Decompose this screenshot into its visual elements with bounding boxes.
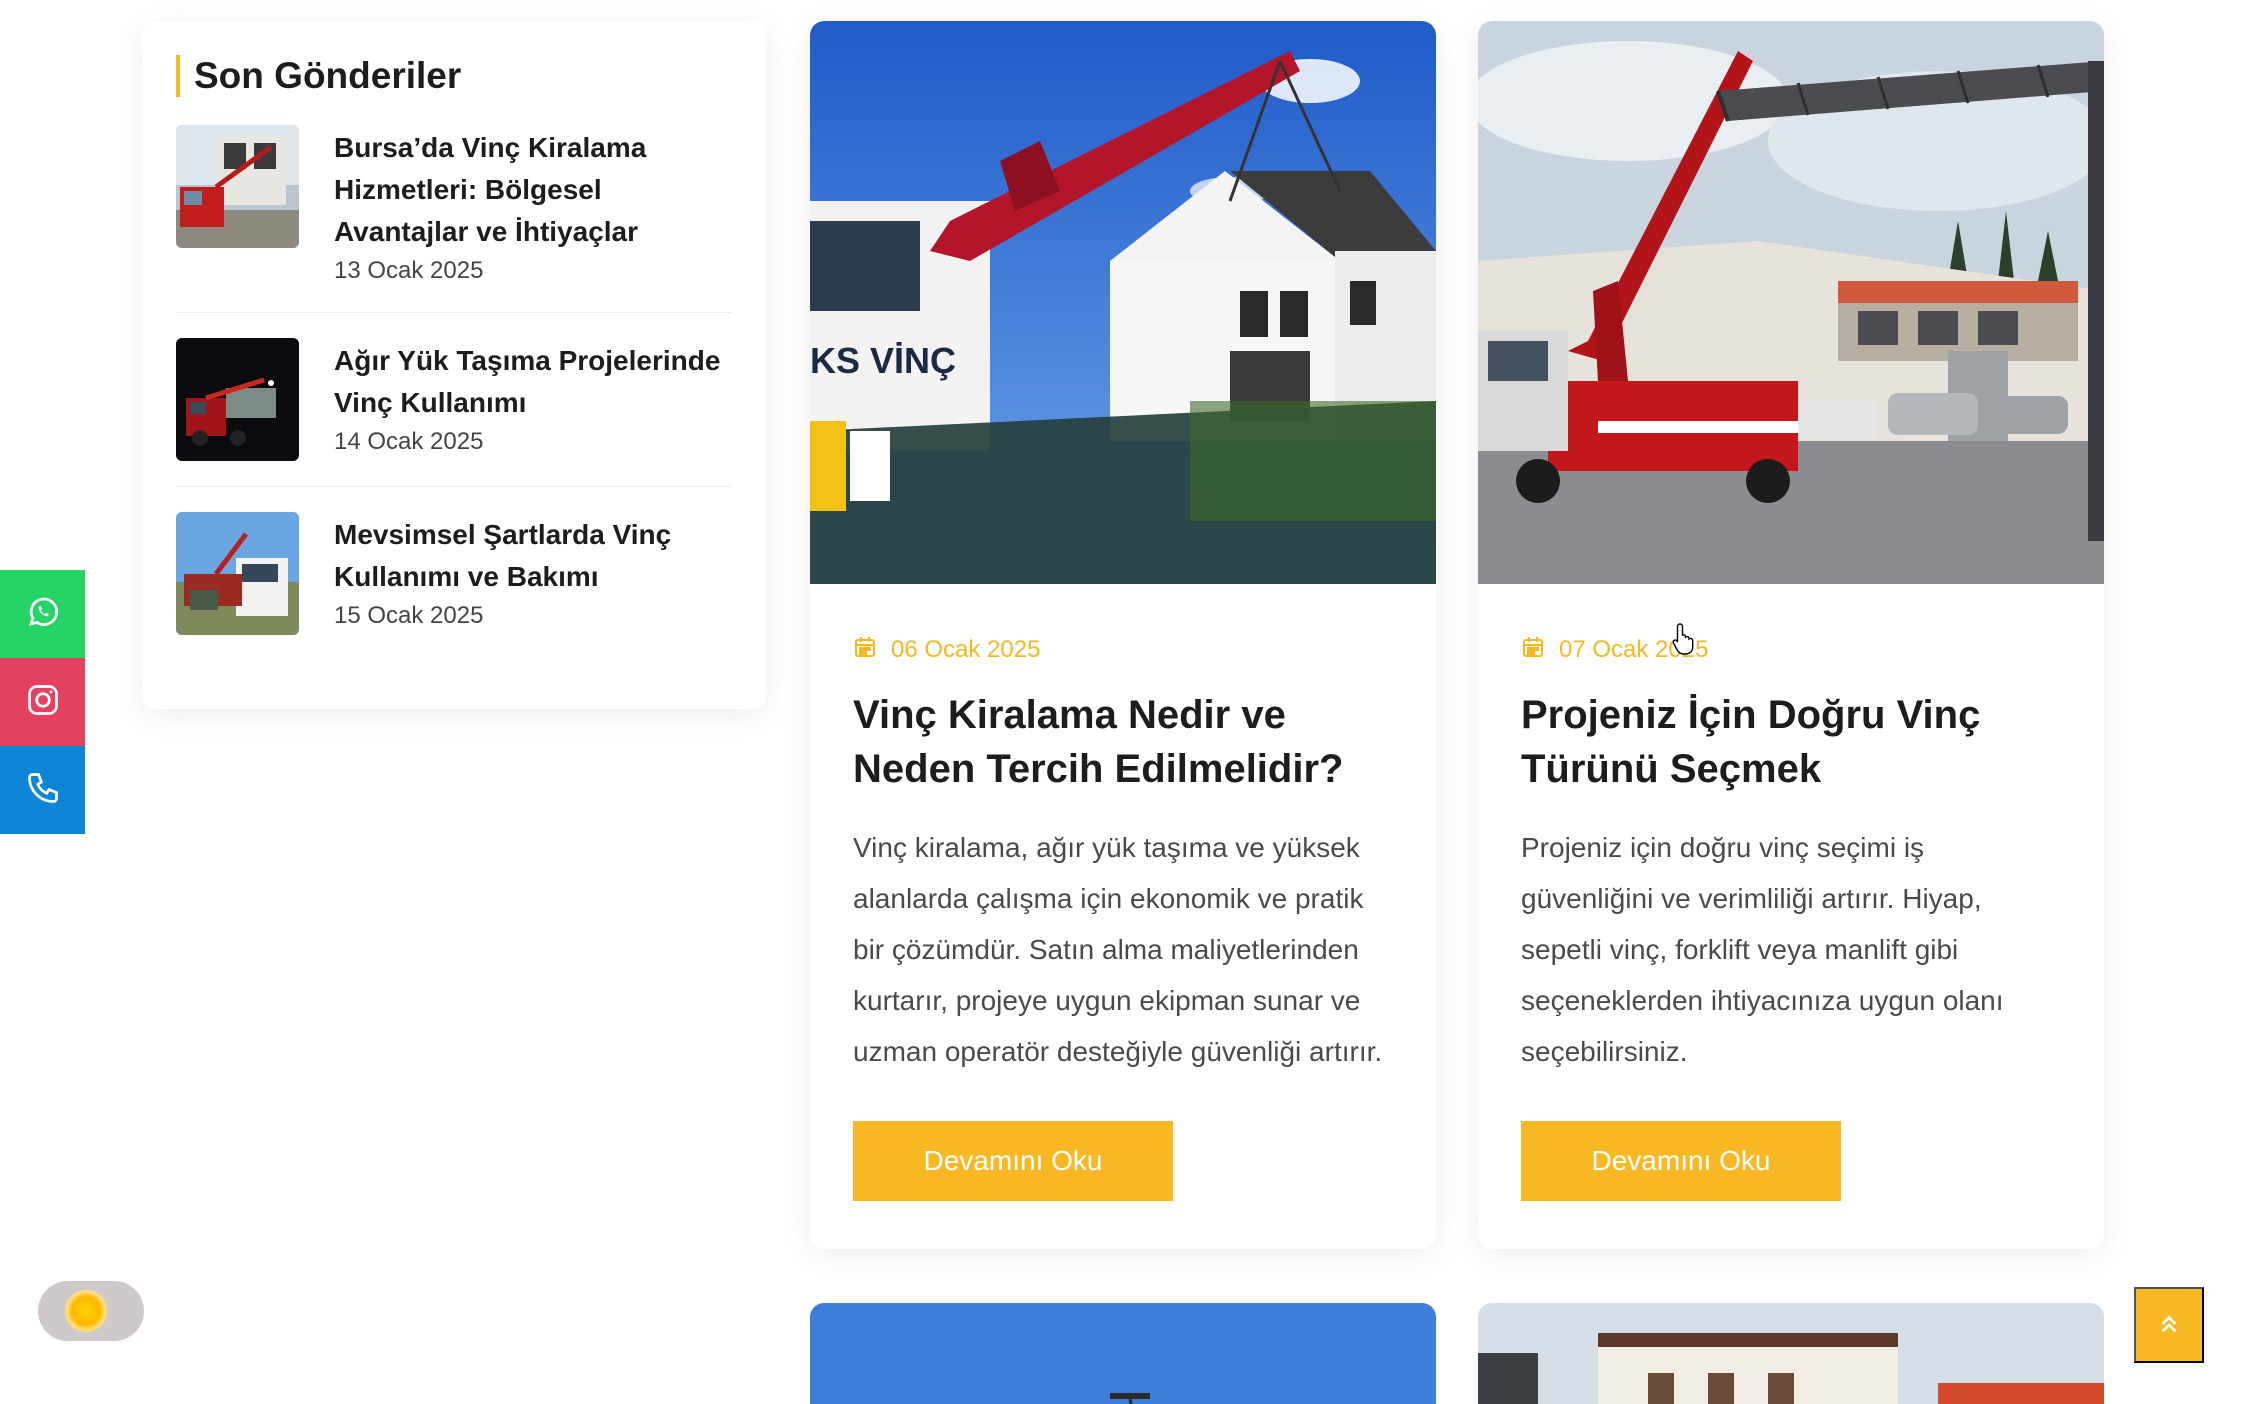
post-title[interactable]: Bursa’da Vinç Kiralama Hizmetleri: Bölge… bbox=[334, 127, 732, 253]
widget-title: Son Gönderiler bbox=[176, 55, 732, 97]
blog-card-image[interactable]: KS VİNÇ bbox=[810, 21, 1436, 584]
card-date: 06 Ocak 2025 bbox=[891, 636, 1041, 663]
read-more-button[interactable]: Devamını Oku bbox=[853, 1121, 1173, 1201]
sun-icon bbox=[64, 1289, 108, 1333]
hand-cursor-icon bbox=[1672, 622, 1698, 661]
post-thumbnail[interactable] bbox=[176, 125, 299, 248]
recent-post-item[interactable]: Ağır Yük Taşıma Projelerinde Vinç Kullan… bbox=[176, 338, 732, 487]
recent-post-item[interactable]: Bursa’da Vinç Kiralama Hizmetleri: Bölge… bbox=[176, 125, 732, 313]
whatsapp-button[interactable] bbox=[0, 570, 85, 658]
post-title[interactable]: Ağır Yük Taşıma Projelerinde Vinç Kullan… bbox=[334, 340, 732, 424]
post-date: 15 Ocak 2025 bbox=[334, 602, 484, 629]
post-title[interactable]: Mevsimsel Şartlarda Vinç Kullanımı ve Ba… bbox=[334, 514, 732, 598]
post-thumbnail[interactable] bbox=[176, 338, 299, 461]
svg-text:KS VİNÇ: KS VİNÇ bbox=[810, 340, 956, 381]
card-excerpt: Vinç kiralama, ağır yük taşıma ve yüksek… bbox=[853, 832, 1383, 1067]
blog-card: 07 Ocak 2025 Projeniz İçin Doğru Vinç Tü… bbox=[1478, 21, 2104, 1249]
social-sidebar bbox=[0, 570, 85, 834]
double-chevron-up-icon bbox=[2158, 1313, 2180, 1338]
read-more-button[interactable]: Devamını Oku bbox=[1521, 1121, 1841, 1201]
card-title[interactable]: Vinç Kiralama Nedir ve Neden Tercih Edil… bbox=[853, 688, 1393, 796]
phone-icon bbox=[25, 770, 61, 811]
back-to-top-button[interactable] bbox=[2134, 1287, 2204, 1363]
phone-button[interactable] bbox=[0, 746, 85, 834]
blog-card-image[interactable] bbox=[1478, 21, 2104, 584]
recent-post-item[interactable]: Mevsimsel Şartlarda Vinç Kullanımı ve Ba… bbox=[176, 512, 732, 660]
calendar-icon bbox=[853, 635, 877, 666]
post-thumbnail[interactable] bbox=[176, 512, 299, 635]
theme-toggle[interactable] bbox=[38, 1281, 144, 1341]
blog-card-image[interactable] bbox=[810, 1303, 1436, 1404]
post-date: 14 Ocak 2025 bbox=[334, 428, 484, 455]
whatsapp-icon bbox=[25, 594, 61, 635]
blog-card: KS VİNÇ 06 Ocak 2025 Vinç Kiralama Nedir… bbox=[810, 21, 1436, 1249]
card-excerpt: Projeniz için doğru vinç seçimi iş güven… bbox=[1521, 832, 2004, 1067]
blog-card-image[interactable] bbox=[1478, 1303, 2104, 1404]
calendar-icon bbox=[1521, 635, 1545, 666]
card-title[interactable]: Projeniz İçin Doğru Vinç Türünü Seçmek bbox=[1521, 688, 2061, 796]
instagram-icon bbox=[25, 682, 61, 723]
recent-posts-widget: Son Gönderiler Bursa’da Vinç Kiralama Hi… bbox=[142, 21, 766, 709]
post-date: 13 Ocak 2025 bbox=[334, 257, 484, 284]
instagram-button[interactable] bbox=[0, 658, 85, 746]
